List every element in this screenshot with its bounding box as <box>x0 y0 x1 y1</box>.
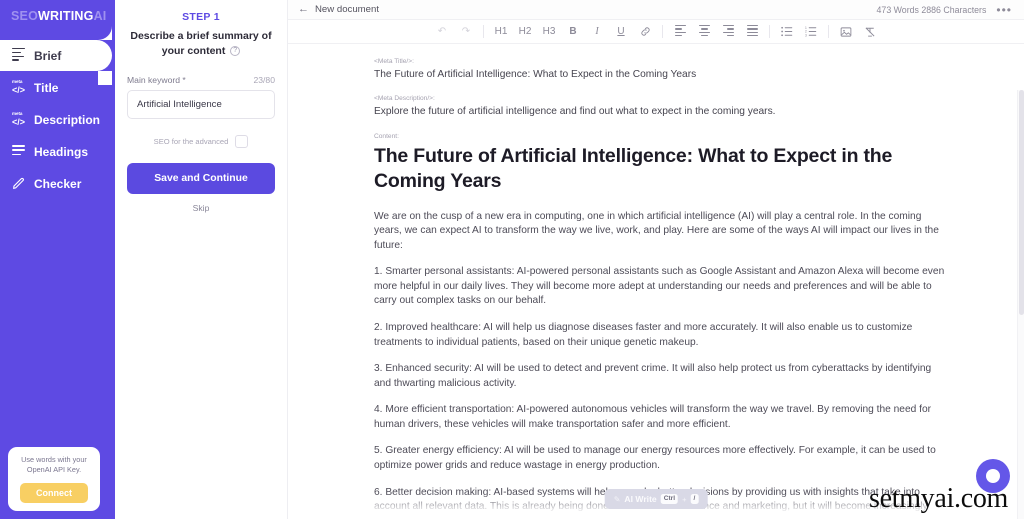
sidebar-item-label: Checker <box>34 176 82 191</box>
redo-button[interactable]: ↷ <box>454 22 478 42</box>
meta-title-value[interactable]: The Future of Artificial Intelligence: W… <box>374 68 949 82</box>
toolbar-divider <box>483 25 484 39</box>
align-group <box>668 22 764 42</box>
meta-code-icon: meta </> <box>12 79 26 95</box>
meta-title-tag: <Meta Title/>: <box>374 58 414 66</box>
content-tag: Content: <box>374 132 399 140</box>
sidebar: SEOWRITINGAI Brief meta </> Title meta <… <box>0 0 115 519</box>
logo-writing: WRITING <box>38 9 94 23</box>
chat-bubble-icon[interactable] <box>976 459 1010 493</box>
step-label: STEP 1 <box>182 11 220 23</box>
pencil-check-icon <box>12 177 34 191</box>
chat-bubble-inner <box>986 469 1000 483</box>
scrollbar-thumb[interactable] <box>1019 90 1024 316</box>
underline-button[interactable]: U <box>609 22 633 42</box>
toolbar-divider <box>769 25 770 39</box>
editor-pane: ← New document 473 Words 2886 Characters… <box>288 0 1024 519</box>
heading2-button[interactable]: H2 <box>513 22 537 42</box>
svg-text:3: 3 <box>805 34 807 38</box>
step-title-text: Describe a brief summary of your content <box>130 30 272 58</box>
question-mark-icon[interactable]: ? <box>230 46 241 57</box>
app-root: SEOWRITINGAI Brief meta </> Title meta <… <box>0 0 1024 519</box>
sidebar-item-label: Headings <box>34 144 89 159</box>
back-arrow-icon[interactable]: ← <box>298 4 312 15</box>
document-body[interactable]: <Meta Title/>: The Future of Artificial … <box>288 44 1024 519</box>
seo-advanced-checkbox[interactable] <box>235 135 249 149</box>
sidebar-item-description[interactable]: meta </> Description <box>0 104 115 135</box>
logo-ai: AI <box>93 9 107 23</box>
insert-group <box>834 22 882 42</box>
bold-button[interactable]: B <box>561 22 585 42</box>
pencil-icon: ✎ <box>613 494 621 504</box>
keyword-counter: 23/80 <box>253 75 275 86</box>
document-paragraph[interactable]: 2. Improved healthcare: AI will help us … <box>374 321 949 350</box>
main-keyword-input[interactable] <box>127 90 275 120</box>
sidebar-item-brief[interactable]: Brief <box>0 26 112 85</box>
sidebar-item-title[interactable]: meta </> Title <box>0 72 115 103</box>
ai-write-label: AI Write <box>624 494 657 504</box>
document-heading[interactable]: The Future of Artificial Intelligence: W… <box>374 144 949 194</box>
document-paragraph[interactable]: 3. Enhanced security: AI will be used to… <box>374 362 949 391</box>
toolbar-divider <box>662 25 663 39</box>
sidebar-item-label: Title <box>34 80 59 95</box>
api-key-card: Use words with your OpenAI API Key. Conn… <box>8 446 100 511</box>
history-group: ↶ ↷ <box>430 22 478 42</box>
keyword-field-header: Main keyword * 23/80 <box>127 75 275 85</box>
sidebar-item-checker[interactable]: Checker <box>0 168 115 199</box>
ai-write-button[interactable]: ✎ AI Write Ctrl + / <box>604 489 708 509</box>
heading1-button[interactable]: H1 <box>489 22 513 42</box>
corner-mask-top <box>98 26 112 40</box>
align-left-icon[interactable] <box>668 22 692 42</box>
numbered-list-icon[interactable]: 1 2 3 <box>799 22 823 42</box>
toolbar-divider <box>828 25 829 39</box>
list-lines-icon <box>12 47 34 64</box>
document-paragraph[interactable]: We are on the cusp of a new era in compu… <box>374 210 949 254</box>
sidebar-nav: Brief meta </> Title meta </> Description … <box>0 26 115 200</box>
skip-button[interactable]: Skip <box>127 194 275 213</box>
align-center-icon[interactable] <box>692 22 716 42</box>
step-title: Describe a brief summary of your content… <box>127 29 275 59</box>
slash-key-badge: / <box>690 494 699 504</box>
document-scroll-area[interactable]: <Meta Title/>: The Future of Artificial … <box>288 44 1024 519</box>
editor-topbar: ← New document 473 Words 2886 Characters… <box>288 0 1024 21</box>
step-panel: STEP 1 Describe a brief summary of your … <box>115 0 288 519</box>
align-justify-icon[interactable] <box>740 22 764 42</box>
document-paragraph[interactable]: 4. More efficient transportation: AI-pow… <box>374 403 949 432</box>
sidebar-item-headings[interactable]: Headings <box>0 136 115 167</box>
plus-sign: + <box>682 494 687 504</box>
vertical-scrollbar[interactable] <box>1017 90 1024 519</box>
clear-format-icon[interactable] <box>858 22 882 42</box>
image-icon[interactable] <box>834 22 858 42</box>
topbar-right: 473 Words 2886 Characters ••• <box>876 4 1012 16</box>
api-card-text: Use words with your OpenAI API Key. <box>21 454 87 475</box>
ellipsis-icon[interactable]: ••• <box>996 4 1012 16</box>
save-and-continue-button[interactable]: Save and Continue <box>127 163 275 195</box>
bullet-list-icon[interactable] <box>775 22 799 42</box>
word-count: 473 Words 2886 Characters <box>876 4 987 15</box>
connect-button[interactable]: Connect <box>20 483 88 503</box>
heading3-button[interactable]: H3 <box>537 22 561 42</box>
document-paragraph[interactable]: 1. Smarter personal assistants: AI-power… <box>374 265 949 309</box>
seo-advanced-label: SEO for the advanced <box>153 137 229 147</box>
ctrl-key-badge: Ctrl <box>660 494 679 504</box>
headings-icon <box>12 144 34 158</box>
logo-seo: SEO <box>11 9 38 23</box>
document-paragraph[interactable]: 5. Greater energy efficiency: AI will be… <box>374 444 949 473</box>
editor-toolbar: ↶ ↷ H1 H2 H3 B I U 1 2 3 <box>288 20 1024 45</box>
meta-code-icon: meta </> <box>12 111 26 127</box>
list-group: 1 2 3 <box>775 22 823 42</box>
heading-group: H1 H2 H3 <box>489 22 561 42</box>
undo-button[interactable]: ↶ <box>430 22 454 42</box>
seo-advanced-row: SEO for the advanced <box>127 135 275 149</box>
sidebar-item-label: Brief <box>34 48 62 63</box>
link-icon[interactable] <box>633 22 657 42</box>
meta-description-tag: <Meta Description/>: <box>374 95 435 103</box>
document-name[interactable]: New document <box>315 4 379 15</box>
main-keyword-label: Main keyword * <box>127 75 186 86</box>
meta-description-value[interactable]: Explore the future of artificial intelli… <box>374 105 949 119</box>
italic-button[interactable]: I <box>585 22 609 42</box>
align-right-icon[interactable] <box>716 22 740 42</box>
sidebar-item-label: Description <box>34 112 101 127</box>
format-group: B I U <box>561 22 657 42</box>
